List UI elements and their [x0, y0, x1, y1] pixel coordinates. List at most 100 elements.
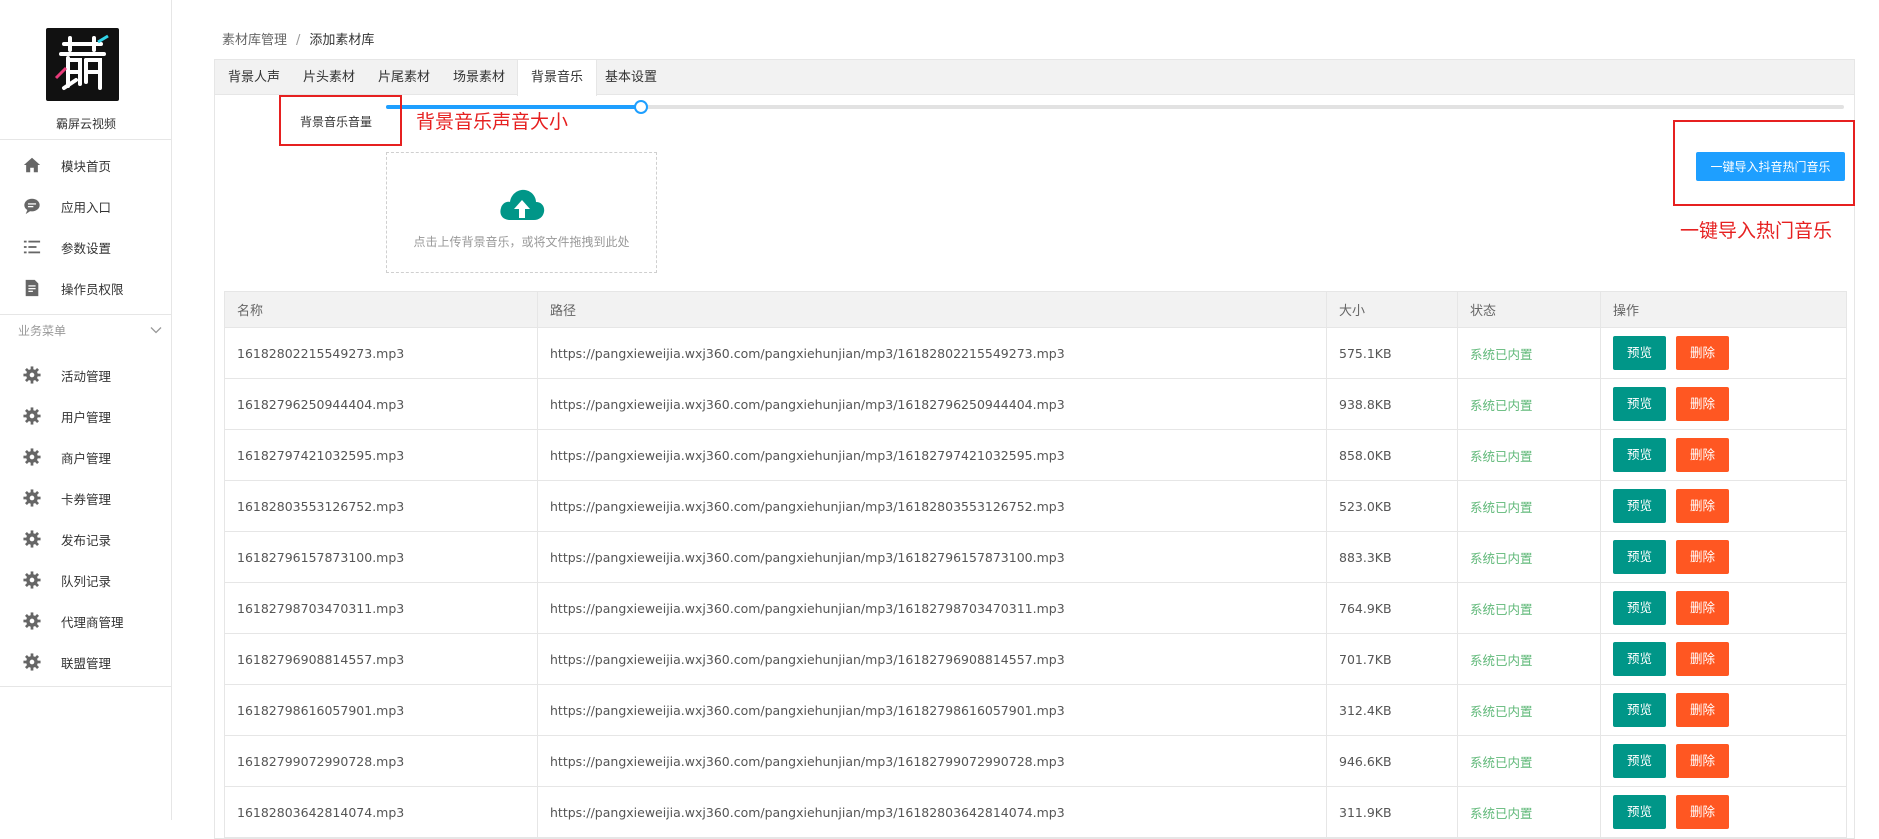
- annotation-text-import: 一键导入热门音乐: [1680, 220, 1833, 242]
- column-header-actions: 操作: [1600, 291, 1847, 328]
- preview-button[interactable]: 预览: [1613, 642, 1667, 676]
- annotation-text-volume: 背景音乐声音大小: [416, 111, 569, 133]
- upload-dropzone[interactable]: 点击上传背景音乐，或将文件拖拽到此处: [386, 152, 657, 273]
- delete-button[interactable]: 删除: [1676, 387, 1730, 421]
- breadcrumb-parent[interactable]: 素材库管理: [222, 33, 287, 48]
- file-path-cell: https://pangxieweijia.wxj360.com/pangxie…: [537, 480, 1327, 532]
- preview-button[interactable]: 预览: [1613, 693, 1667, 727]
- file-path-cell: https://pangxieweijia.wxj360.com/pangxie…: [537, 378, 1327, 430]
- file-path-cell: https://pangxieweijia.wxj360.com/pangxie…: [537, 786, 1327, 838]
- sidebar-divider: [0, 686, 172, 687]
- file-name-cell: 16182796908814557.mp3: [224, 633, 538, 685]
- sidebar-divider: [0, 314, 172, 315]
- sidebar-item-operator-permissions[interactable]: 操作员权限: [0, 268, 172, 308]
- sidebar-item-users[interactable]: 用户管理: [0, 396, 172, 436]
- gear-icon: [22, 529, 42, 549]
- annotation-box-import: [1673, 120, 1855, 206]
- actions-cell: 预览 删除: [1600, 378, 1847, 430]
- status-cell: 系统已内置: [1457, 684, 1601, 736]
- actions-cell: 预览 删除: [1600, 327, 1847, 379]
- sidebar-item-app-entry[interactable]: 应用入口: [0, 186, 172, 226]
- chevron-down-icon[interactable]: [150, 324, 162, 336]
- status-cell: 系统已内置: [1457, 429, 1601, 481]
- status-cell: 系统已内置: [1457, 582, 1601, 634]
- delete-button[interactable]: 删除: [1676, 642, 1730, 676]
- preview-button[interactable]: 预览: [1613, 540, 1667, 574]
- tab-outro-material[interactable]: 片尾素材: [365, 60, 443, 95]
- delete-button[interactable]: 删除: [1676, 336, 1730, 370]
- table-row: 16182798616057901.mp3 https://pangxieweij…: [224, 684, 1847, 736]
- actions-cell: 预览 删除: [1600, 582, 1847, 634]
- sidebar-item-home[interactable]: 模块首页: [0, 145, 172, 185]
- file-size-cell: 883.3KB: [1326, 531, 1458, 583]
- preview-button[interactable]: 预览: [1613, 336, 1667, 370]
- file-size-cell: 938.8KB: [1326, 378, 1458, 430]
- status-cell: 系统已内置: [1457, 786, 1601, 838]
- tab-background-music[interactable]: 背景音乐: [517, 60, 598, 96]
- sidebar-item-merchants[interactable]: 商户管理: [0, 437, 172, 477]
- actions-cell: 预览 删除: [1600, 531, 1847, 583]
- file-size-cell: 858.0KB: [1326, 429, 1458, 481]
- sidebar-item-alliance[interactable]: 联盟管理: [0, 642, 172, 682]
- breadcrumb-current: 添加素材库: [309, 33, 375, 48]
- music-table: 名称 路径 大小 状态 操作 16182802215549273.mp3 http…: [224, 291, 1847, 838]
- gear-icon: [22, 447, 42, 467]
- preview-button[interactable]: 预览: [1613, 387, 1667, 421]
- sidebar-item-agents[interactable]: 代理商管理: [0, 601, 172, 641]
- status-cell: 系统已内置: [1457, 633, 1601, 685]
- breadcrumb-separator: /: [296, 33, 301, 48]
- tab-intro-material[interactable]: 片头素材: [290, 60, 368, 95]
- file-name-cell: 16182796157873100.mp3: [224, 531, 538, 583]
- actions-cell: 预览 删除: [1600, 633, 1847, 685]
- sidebar-item-label: 发布记录: [61, 532, 112, 548]
- sidebar-item-label: 用户管理: [61, 409, 112, 425]
- gear-icon: [22, 611, 42, 631]
- status-cell: 系统已内置: [1457, 531, 1601, 583]
- table-row: 16182796250944404.mp3 https://pangxieweij…: [224, 378, 1847, 430]
- column-header-size: 大小: [1326, 291, 1458, 328]
- table-row: 16182796157873100.mp3 https://pangxieweij…: [224, 531, 1847, 583]
- table-row: 16182803642814074.mp3 https://pangxieweij…: [224, 786, 1847, 838]
- sidebar-item-label: 模块首页: [61, 158, 112, 174]
- sidebar-item-label: 代理商管理: [61, 614, 124, 630]
- brand-logo-glyph-icon: [54, 34, 109, 90]
- volume-slider[interactable]: [386, 100, 1844, 114]
- sidebar-item-params[interactable]: 参数设置: [0, 227, 172, 267]
- file-size-cell: 311.9KB: [1326, 786, 1458, 838]
- file-path-cell: https://pangxieweijia.wxj360.com/pangxie…: [537, 582, 1327, 634]
- annotation-box-volume: [279, 95, 402, 146]
- preview-button[interactable]: 预览: [1613, 744, 1667, 778]
- column-header-name: 名称: [224, 291, 538, 328]
- sidebar-item-coupons[interactable]: 卡券管理: [0, 478, 172, 518]
- preview-button[interactable]: 预览: [1613, 489, 1667, 523]
- delete-button[interactable]: 删除: [1676, 591, 1730, 625]
- sidebar-item-label: 应用入口: [61, 199, 112, 215]
- file-name-cell: 16182799072990728.mp3: [224, 735, 538, 787]
- preview-button[interactable]: 预览: [1613, 795, 1667, 829]
- delete-button[interactable]: 删除: [1676, 795, 1730, 829]
- delete-button[interactable]: 删除: [1676, 693, 1730, 727]
- preview-button[interactable]: 预览: [1613, 438, 1667, 472]
- sidebar-divider: [0, 139, 172, 140]
- tab-background-voice[interactable]: 背景人声: [215, 60, 293, 95]
- actions-cell: 预览 删除: [1600, 735, 1847, 787]
- file-size-cell: 764.9KB: [1326, 582, 1458, 634]
- table-row: 16182803553126752.mp3 https://pangxieweij…: [224, 480, 1847, 532]
- preview-button[interactable]: 预览: [1613, 591, 1667, 625]
- sidebar-item-publish-records[interactable]: 发布记录: [0, 519, 172, 559]
- file-path-cell: https://pangxieweijia.wxj360.com/pangxie…: [537, 327, 1327, 379]
- tab-basic-settings[interactable]: 基本设置: [592, 60, 670, 95]
- file-size-cell: 575.1KB: [1326, 327, 1458, 379]
- file-name-cell: 16182798703470311.mp3: [224, 582, 538, 634]
- table-header-row: 名称 路径 大小 状态 操作: [224, 291, 1847, 328]
- delete-button[interactable]: 删除: [1676, 744, 1730, 778]
- sidebar-item-queue-records[interactable]: 队列记录: [0, 560, 172, 600]
- brand-name: 霸屏云视频: [55, 117, 116, 131]
- sidebar-item-label: 商户管理: [61, 450, 112, 466]
- tab-scene-material[interactable]: 场景素材: [440, 60, 518, 95]
- delete-button[interactable]: 删除: [1676, 540, 1730, 574]
- sidebar-item-activity[interactable]: 活动管理: [0, 355, 172, 395]
- delete-button[interactable]: 删除: [1676, 489, 1730, 523]
- delete-button[interactable]: 删除: [1676, 438, 1730, 472]
- sidebar-item-label: 活动管理: [61, 368, 112, 384]
